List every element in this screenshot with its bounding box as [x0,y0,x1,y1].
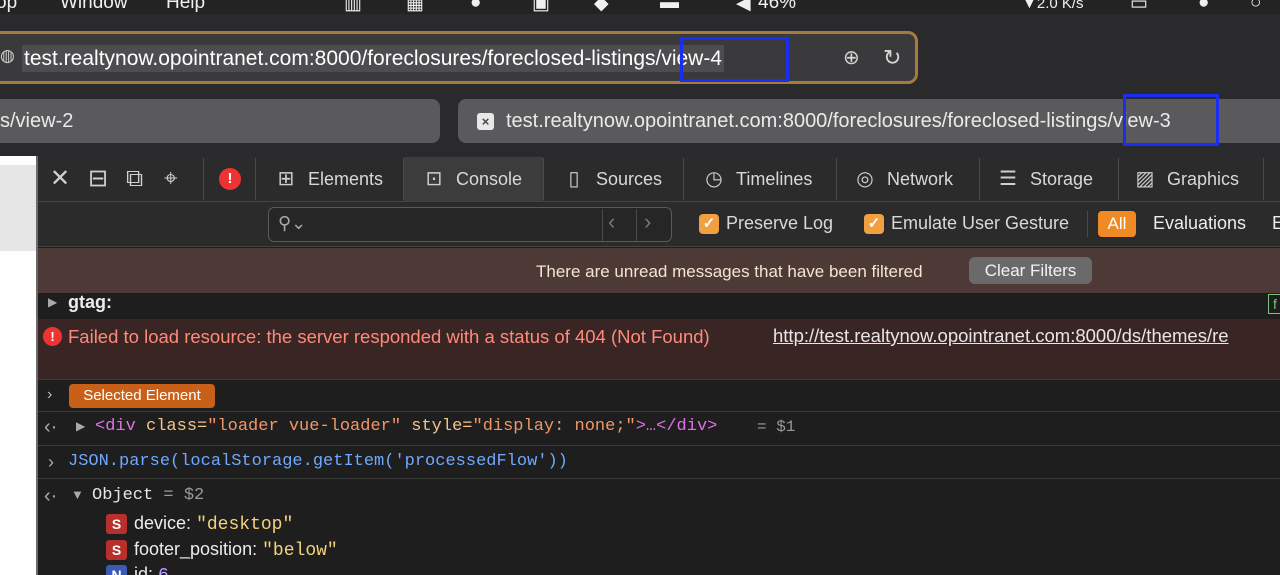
chevron-right-icon[interactable]: › [644,209,651,235]
error-icon: ! [43,327,62,346]
sources-icon: ▯ [568,168,580,190]
grid-icon: ▦ [406,0,424,14]
tab-timelines[interactable]: ◷ Timelines [684,157,836,201]
error-message: Failed to load resource: the server resp… [68,326,710,347]
result-variable: = $1 [757,418,796,436]
battery-percent: 46% [758,0,797,13]
tab-console[interactable]: ⊡ Console [404,157,543,201]
search-icon: ⚲⌄ [278,213,307,233]
browser-tab-label: test.realtynow.opointranet.com:8000/fore… [506,110,1171,132]
globe-icon: ◍ [0,46,15,65]
tab-storage[interactable]: ☰ Storage [980,157,1118,201]
volume-icon: ◀ [736,0,751,14]
object-property: device: "desktop" [134,513,294,535]
stats-icon: ▥ [344,0,362,14]
tab-elements[interactable]: ⊞ Elements [256,157,403,201]
element-result[interactable]: <div class="loader vue-loader" style="di… [95,417,717,436]
menu-item-window[interactable]: Window [60,0,128,14]
close-icon[interactable]: ✕ [50,166,70,192]
filter-more-button[interactable]: E [1272,213,1280,234]
filter-all-button[interactable]: All [1098,211,1136,237]
battery-icon: ▭ [1130,0,1148,14]
flag-icon: ▬ [660,0,679,13]
menu-bar: op Window Help ▥ ▦ ● ▣ ◆ ▬ ◀ 46% ▼2.0 K/… [0,0,1280,14]
emulate-gesture-checkbox[interactable]: ✓ [864,214,884,234]
browser-tab-label: s/view-2 [0,110,74,132]
screen-icon: ▣ [532,0,550,14]
dock-bottom-icon[interactable]: ⊟ [88,166,108,192]
function-icon: f [1268,294,1280,314]
reload-icon[interactable]: ↻ [883,45,901,71]
tab-close-icon[interactable]: × [477,113,494,130]
filter-evaluations-button[interactable]: Evaluations [1153,213,1246,234]
object-property: footer_position: "below" [134,539,338,561]
chevron-left-icon[interactable]: ‹ [608,209,615,235]
expand-triangle-icon[interactable]: ▶ [76,419,85,433]
chevron-right-icon: › [47,386,53,403]
selected-element-badge: Selected Element [69,384,215,408]
graphics-icon: ▨ [1135,168,1155,190]
network-speed: ▼2.0 K/s [1022,0,1084,12]
collapse-triangle-icon[interactable]: ▼ [71,487,84,502]
tab-sources[interactable]: ▯ Sources [544,157,683,201]
clock-icon: ○ [1250,0,1262,13]
error-source-link[interactable]: http://test.realtynow.opointranet.com:80… [773,325,1229,347]
return-arrow-icon: ‹· [44,416,58,438]
number-type-icon: N [106,565,127,575]
user-icon: ● [1198,0,1210,13]
elements-icon: ⊞ [277,168,295,190]
object-property: id: 6 [134,564,169,575]
tab-network[interactable]: ◎ Network [837,157,979,201]
timelines-icon: ◷ [705,168,723,190]
error-indicator-icon[interactable]: ! [219,168,241,190]
string-type-icon: S [106,514,127,534]
storage-icon: ☰ [999,168,1017,190]
network-icon: ◎ [856,168,874,190]
console-icon: ⊡ [425,168,443,190]
page-content-panel [0,165,37,251]
translate-icon[interactable]: ⊕ [843,45,860,70]
return-arrow-icon: ‹· [44,485,58,507]
address-url[interactable]: test.realtynow.opointranet.com:8000/fore… [22,45,725,72]
emulate-gesture-label: Emulate User Gesture [891,213,1070,233]
console-command: JSON.parse(localStorage.getItem('process… [68,452,568,471]
menu-item-help[interactable]: Help [166,0,205,14]
preserve-log-label: Preserve Log [726,213,834,233]
object-result[interactable]: Object = $2 [92,486,204,505]
inspect-icon[interactable]: ⌖ [164,166,178,192]
status-icon: ● [470,0,482,13]
log-entry-gtag: gtag: [68,292,112,312]
clear-filters-button[interactable]: Clear Filters [969,257,1092,284]
string-type-icon: S [106,540,127,560]
highlight-box-view-4 [680,37,789,82]
tab-graphics[interactable]: ▨ Graphics [1119,157,1263,201]
expand-triangle-icon[interactable]: ▶ [48,295,57,309]
detach-icon[interactable]: ⧉ [126,166,143,192]
menu-item-app[interactable]: op [0,0,17,14]
chat-icon: ◆ [594,0,609,14]
preserve-log-checkbox[interactable]: ✓ [699,214,719,234]
filtered-notice-text: There are unread messages that have been… [536,262,923,281]
prompt-icon: › [48,452,54,472]
highlight-box-view-3 [1123,94,1219,146]
